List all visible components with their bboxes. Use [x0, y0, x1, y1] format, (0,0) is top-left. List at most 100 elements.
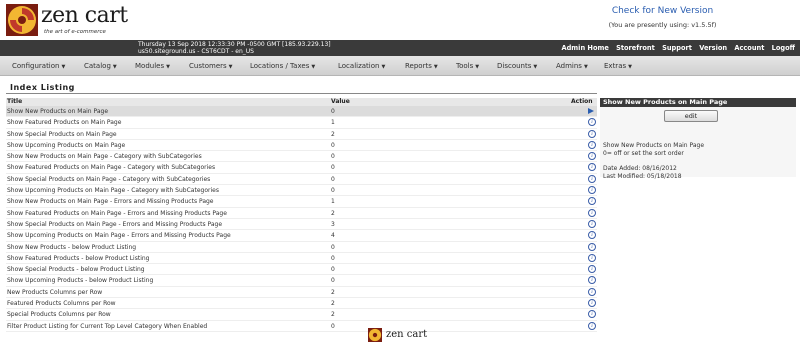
- row-title: Show Special Products - below Product Li…: [7, 266, 145, 274]
- table-row[interactable]: Show Special Products on Main Page 2 i: [6, 129, 597, 140]
- menu-discounts[interactable]: Discounts ▼: [497, 62, 537, 70]
- menu-reports[interactable]: Reports ▼: [405, 62, 438, 70]
- info-icon: i: [588, 208, 596, 217]
- row-value: 0: [331, 243, 335, 251]
- table-row[interactable]: Show New Products on Main Page - Errors …: [6, 196, 597, 208]
- menu-catalog[interactable]: Catalog ▼: [84, 62, 117, 70]
- row-value: 0: [331, 187, 335, 195]
- table-row[interactable]: Show Special Products on Main Page - Cat…: [6, 174, 597, 186]
- row-info-button[interactable]: i: [588, 276, 596, 285]
- caret-down-icon: ▼: [433, 64, 438, 70]
- caret-down-icon: ▼: [583, 64, 588, 70]
- row-value: 2: [331, 300, 335, 308]
- info-icon: i: [588, 253, 596, 262]
- footer-brand-text: zen cart: [386, 329, 428, 340]
- row-info-button[interactable]: i: [588, 163, 596, 172]
- row-info-button[interactable]: i: [588, 265, 596, 274]
- row-info-button[interactable]: i: [588, 231, 596, 240]
- row-selected-arrow[interactable]: [588, 107, 595, 114]
- table-row[interactable]: Show Special Products on Main Page - Err…: [6, 219, 597, 231]
- footer-logo[interactable]: zen cart: [368, 328, 438, 342]
- datetime-line2: us50.siteground.us - CST6CDT - en_US: [138, 48, 254, 55]
- menu-label: Reports: [405, 62, 432, 70]
- menu-localization[interactable]: Localization ▼: [338, 62, 385, 70]
- row-info-button[interactable]: i: [588, 242, 596, 251]
- sidebox-heading: Show New Products on Main Page: [600, 98, 796, 107]
- version-box: Check for New Version (You are presently…: [600, 6, 725, 29]
- table-row[interactable]: Show Featured Products on Main Page - Er…: [6, 208, 597, 219]
- table-row[interactable]: Special Products Columns per Row 2 i: [6, 309, 597, 321]
- caret-down-icon: ▼: [166, 64, 170, 70]
- menu-label: Customers: [189, 62, 227, 70]
- row-info-button[interactable]: i: [588, 287, 596, 296]
- info-icon: i: [588, 174, 596, 183]
- row-info-button[interactable]: i: [588, 186, 596, 195]
- row-value: 0: [331, 175, 335, 183]
- account-link[interactable]: Account: [734, 44, 764, 52]
- zen-cart-logo[interactable]: zen cart the art of e-commerce: [6, 4, 146, 36]
- row-title: Show Featured Products on Main Page - Er…: [7, 209, 227, 217]
- info-icon: i: [588, 152, 596, 161]
- info-icon: i: [588, 140, 596, 149]
- row-info-button[interactable]: i: [588, 140, 596, 149]
- row-info-button[interactable]: i: [588, 197, 596, 206]
- row-value: 0: [331, 322, 335, 330]
- caret-down-icon: ▼: [628, 64, 632, 70]
- table-row[interactable]: Show New Products - below Product Listin…: [6, 242, 597, 253]
- table-row[interactable]: Show Featured Products on Main Page 1 i: [6, 117, 597, 129]
- menu-tools[interactable]: Tools ▼: [456, 62, 479, 70]
- storefront-link[interactable]: Storefront: [616, 44, 655, 52]
- row-info-button[interactable]: i: [588, 321, 596, 330]
- menu-extras[interactable]: Extras ▼: [604, 62, 632, 70]
- table-row[interactable]: New Products Columns per Row 2 i: [6, 287, 597, 299]
- info-icon: i: [588, 242, 596, 251]
- table-header: Title Value Action: [6, 98, 597, 106]
- menu-customers[interactable]: Customers ▼: [189, 62, 233, 70]
- row-value: 2: [331, 288, 335, 296]
- version-link[interactable]: Version: [699, 44, 727, 52]
- row-title: Show Special Products on Main Page - Err…: [7, 220, 223, 228]
- row-info-button[interactable]: i: [588, 253, 596, 262]
- table-row[interactable]: Show New Products on Main Page 0: [6, 106, 597, 118]
- admin-home-link[interactable]: Admin Home: [561, 44, 608, 52]
- row-title: Show Special Products on Main Page: [7, 130, 117, 138]
- row-title: Filter Product Listing for Current Top L…: [7, 322, 208, 330]
- table-row[interactable]: Filter Product Listing for Current Top L…: [6, 321, 597, 332]
- datetime-line1: Thursday 13 Sep 2018 12:33:30 PM -0500 G…: [138, 41, 331, 48]
- table-row[interactable]: Show Special Products - below Product Li…: [6, 264, 597, 276]
- row-info-button[interactable]: i: [588, 219, 596, 228]
- edit-button[interactable]: edit: [664, 110, 718, 122]
- row-info-button[interactable]: i: [588, 299, 596, 308]
- menu-label: Modules: [135, 62, 165, 70]
- row-title: Show Upcoming Products on Main Page: [7, 141, 126, 149]
- table-row[interactable]: Show Upcoming Products - below Product L…: [6, 275, 597, 287]
- menu-configuration[interactable]: Configuration ▼: [12, 62, 65, 70]
- table-body: Show New Products on Main Page 0 Show Feat…: [6, 106, 597, 332]
- table-row[interactable]: Show Featured Products on Main Page - Ca…: [6, 162, 597, 174]
- row-value: 0: [331, 141, 335, 149]
- row-info-button[interactable]: i: [588, 174, 596, 183]
- table-row[interactable]: Featured Products Columns per Row 2 i: [6, 298, 597, 310]
- table-row[interactable]: Show Upcoming Products on Main Page 0 i: [6, 140, 597, 152]
- caret-down-icon: ▼: [381, 64, 386, 70]
- caret-down-icon: ▼: [112, 64, 117, 70]
- row-info-button[interactable]: i: [588, 208, 596, 217]
- row-info-button[interactable]: i: [588, 129, 596, 138]
- table-row[interactable]: Show Upcoming Products on Main Page - Ca…: [6, 185, 597, 197]
- support-link[interactable]: Support: [662, 44, 692, 52]
- menu-modules[interactable]: Modules ▼: [135, 62, 170, 70]
- check-version-link[interactable]: Check for New Version: [600, 6, 725, 16]
- table-row[interactable]: Show Upcoming Products on Main Page - Er…: [6, 230, 597, 242]
- logoff-link[interactable]: Logoff: [772, 44, 795, 52]
- table-row[interactable]: Show New Products on Main Page - Categor…: [6, 151, 597, 163]
- row-value: 4: [331, 232, 335, 240]
- row-title: Show Special Products on Main Page - Cat…: [7, 175, 211, 183]
- table-row[interactable]: Show Featured Products - below Product L…: [6, 253, 597, 265]
- row-value: 0: [331, 164, 335, 172]
- row-info-button[interactable]: i: [588, 310, 596, 319]
- row-info-button[interactable]: i: [588, 152, 596, 161]
- menu-admins[interactable]: Admins ▼: [556, 62, 588, 70]
- row-value: 1: [331, 198, 335, 206]
- row-info-button[interactable]: i: [588, 118, 596, 127]
- menu-locations-taxes[interactable]: Locations / Taxes ▼: [250, 62, 315, 70]
